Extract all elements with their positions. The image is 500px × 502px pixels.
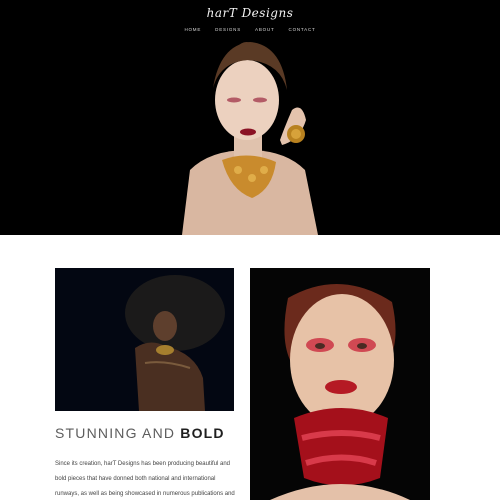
nav-item-designs[interactable]: DESIGNS [215,27,241,32]
feature-section: STUNNING AND BOLD Since its creation, ha… [0,235,500,500]
nav-item-about[interactable]: ABOUT [255,27,275,32]
headline-bold-text: BOLD [180,425,225,441]
main-nav: HOME DESIGNS ABOUT CONTACT [0,27,500,32]
hero-model-photo [0,0,500,235]
hero-banner: harT Designs HOME DESIGNS ABOUT CONTACT [0,0,500,235]
brand-logo[interactable]: harT Designs [0,6,500,20]
feature-headline: STUNNING AND BOLD [55,425,225,441]
nav-item-contact[interactable]: CONTACT [289,27,316,32]
model-curly-hair-photo [55,268,234,411]
headline-light-text: STUNNING AND [55,425,181,441]
feature-body-text: Since its creation, harT Designs has bee… [55,461,235,497]
nav-item-home[interactable]: HOME [184,27,201,32]
model-red-collar-photo [250,268,430,500]
